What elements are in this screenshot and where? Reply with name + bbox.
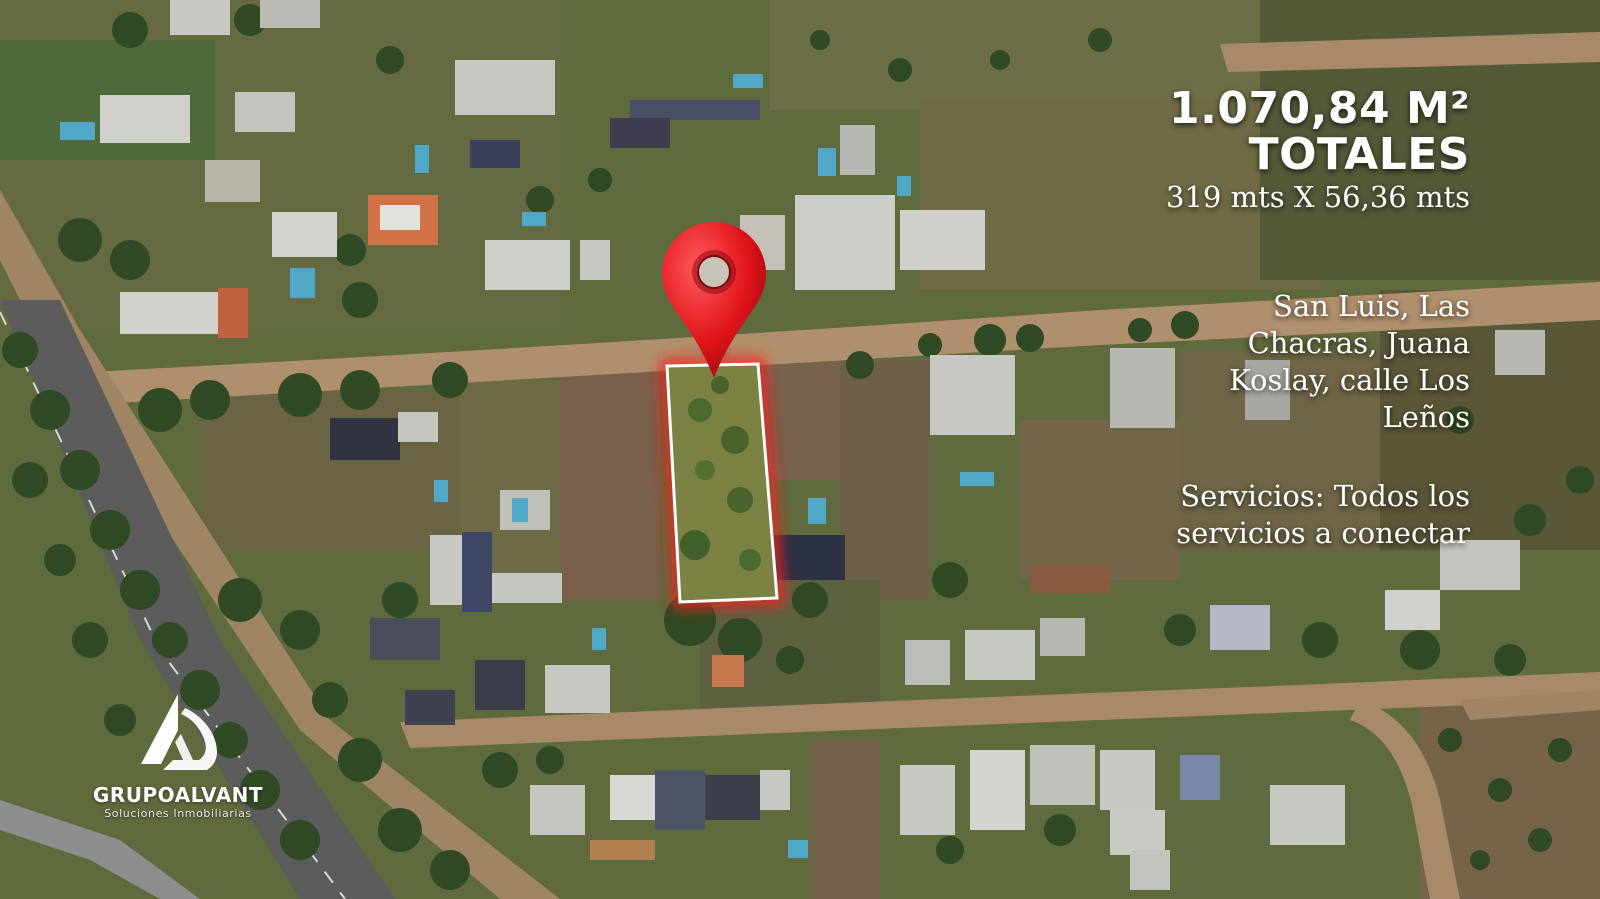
brand-tagline: Soluciones Inmobiliarias	[104, 807, 252, 820]
area-value: 1.070,84 M²	[1169, 83, 1470, 134]
area-headline: 1.070,84 M² TOTALES	[1169, 86, 1470, 178]
brand-logo: GRUPOALVANT Soluciones Inmobiliarias	[78, 690, 278, 820]
lot-highlight	[659, 356, 785, 610]
alvant-logo-icon	[141, 694, 217, 770]
lot-dimensions: 319 mts X 56,36 mts	[1166, 180, 1470, 214]
lot-location: San Luis, Las Chacras, Juana Koslay, cal…	[1229, 289, 1470, 434]
lot-services: Servicios: Todos los servicios a conecta…	[1176, 479, 1470, 550]
area-caption: TOTALES	[1248, 129, 1470, 180]
brand-name: GRUPOALVANT	[92, 783, 264, 807]
